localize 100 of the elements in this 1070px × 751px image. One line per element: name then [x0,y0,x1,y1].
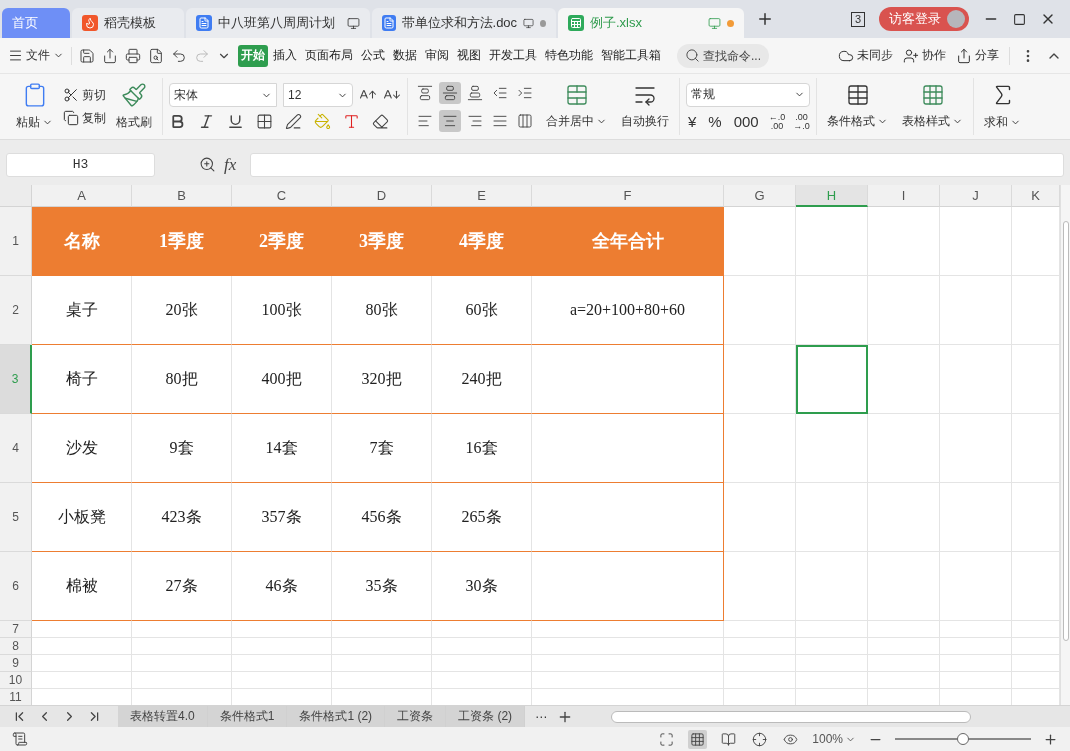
column-header[interactable]: C [232,185,332,207]
menu-tab[interactable]: 插入 [270,44,300,67]
row-header[interactable]: 2 [0,276,32,345]
row-header[interactable]: 4 [0,414,32,483]
name-box[interactable]: H3 [6,152,155,177]
active-cell[interactable] [796,345,868,414]
new-tab-icon[interactable] [756,10,774,28]
row-header[interactable]: 6 [0,552,32,621]
border-icon[interactable] [256,113,273,130]
menu-tab[interactable]: 特色功能 [542,44,596,67]
zoom-icon[interactable] [199,156,216,173]
table-cell: 椅子 [32,345,132,414]
empty-cell [868,345,940,414]
column-header[interactable]: A [32,185,132,207]
macro-icon[interactable] [12,731,28,747]
menu-tab[interactable]: 页面布局 [302,44,356,67]
search-icon [685,47,700,63]
normal-view-icon[interactable] [688,729,708,749]
table-cell: 桌子 [32,276,132,345]
font-size-field[interactable]: 12 [283,83,353,107]
print-preview-icon[interactable] [148,47,164,64]
row-header[interactable]: 5 [0,483,32,552]
merge-center-button[interactable]: 合并居中 [542,83,611,130]
share-button[interactable]: 分享 [956,47,999,64]
zoom-reading[interactable]: 100% [812,732,856,746]
row-header[interactable]: 9 [0,655,32,672]
font-color-icon[interactable] [343,113,360,130]
remove-decimal-button[interactable]: .00 →.0 [793,112,810,131]
menu-tab[interactable]: 公式 [358,44,388,67]
copy-button[interactable]: 复制 [63,109,106,127]
document-tab[interactable]: 稻壳模板 [72,8,184,38]
save-icon[interactable] [79,47,95,64]
empty-cell [940,207,1012,276]
column-header[interactable]: D [332,185,432,207]
number-format-button[interactable]: 000 [731,113,761,130]
file-menu[interactable]: 文件 [8,47,64,64]
scrollbar-thumb[interactable] [1062,221,1069,641]
login-button[interactable]: 访客登录 [879,7,969,31]
export-icon[interactable] [102,47,118,64]
number-format-button[interactable]: % [706,113,724,130]
row-header[interactable]: 1 [0,207,32,276]
sheet-tab[interactable]: 工资条 (2) [446,706,526,727]
font-name-field[interactable]: 宋体 [169,83,277,107]
zoom-slider-thumb[interactable] [957,733,969,745]
sheet-tab[interactable]: 条件格式1 (2) [287,706,386,727]
formula-field[interactable] [250,152,1064,177]
menu-tab[interactable]: 智能工具箱 [598,44,664,67]
maximize-icon[interactable] [1013,12,1026,26]
row-header[interactable]: 8 [0,638,32,655]
zoom-in-icon[interactable] [1043,731,1058,747]
row-header[interactable]: 10 [0,672,32,689]
cut-button[interactable]: 剪切 [63,86,106,104]
table-cell: 320把 [332,345,432,414]
fill-pattern-icon[interactable] [285,113,302,130]
column-header[interactable]: J [940,185,1012,207]
column-header[interactable]: E [432,185,532,207]
column-header[interactable]: K [1012,185,1060,207]
command-search-field[interactable]: 查找命令... [677,43,769,68]
merge-cells-icon [564,83,589,107]
menu-tab[interactable]: 数据 [390,44,420,67]
column-header[interactable]: F [532,185,724,207]
underline-icon[interactable] [227,113,244,130]
sheet-tab[interactable]: 工资条 [385,706,447,727]
align-button[interactable] [439,81,461,104]
table-cell: 80把 [132,345,232,414]
sheet-tab[interactable]: 表格转置4.0 [118,706,208,727]
sheet-tab[interactable]: 条件格式1 [207,706,288,727]
more-sheets-button[interactable]: ⋯ [535,709,548,724]
column-header[interactable]: G [724,185,796,207]
conditional-format-button[interactable]: 条件格式 [823,83,892,130]
column-header[interactable]: I [868,185,940,207]
table-style-button[interactable]: 表格样式 [898,83,967,130]
number-format-button[interactable]: ¥ [686,113,699,130]
print-icon[interactable] [125,47,141,64]
align-button[interactable] [439,109,461,132]
table-cell: 35条 [332,552,432,621]
sum-button[interactable]: 求和 [980,82,1025,131]
table-cell: 357条 [232,483,332,552]
number-format-field[interactable]: 常规 [686,82,810,107]
format-painter-button[interactable]: 格式刷 [112,82,156,131]
document-tab[interactable]: 带单位求和方法.doc [372,8,556,38]
fill-color-icon[interactable] [314,113,331,130]
menu-tab[interactable]: 开发工具 [486,44,540,67]
function-label[interactable]: fx [224,154,237,175]
paste-button[interactable]: 粘贴 [12,82,57,131]
italic-icon[interactable] [198,113,215,130]
column-header[interactable]: B [132,185,232,207]
window-count-badge[interactable]: 3 [850,11,865,27]
scrollbar-thumb[interactable] [611,710,972,723]
undo-icon[interactable] [171,47,187,64]
document-tab[interactable]: 中八班第八周周计划 [186,8,370,38]
menu-tab[interactable]: 审阅 [422,44,452,67]
collaborate-button[interactable]: 协作 [903,47,946,64]
eraser-icon[interactable] [372,113,389,130]
add-decimal-button[interactable]: ←.0 .00 [768,112,786,131]
menu-tab[interactable]: 视图 [454,44,484,67]
wrap-text-button[interactable]: 自动换行 [617,83,673,130]
row-header[interactable]: 7 [0,621,32,638]
bold-icon[interactable] [169,113,186,130]
sync-button[interactable]: 未同步 [838,47,893,64]
